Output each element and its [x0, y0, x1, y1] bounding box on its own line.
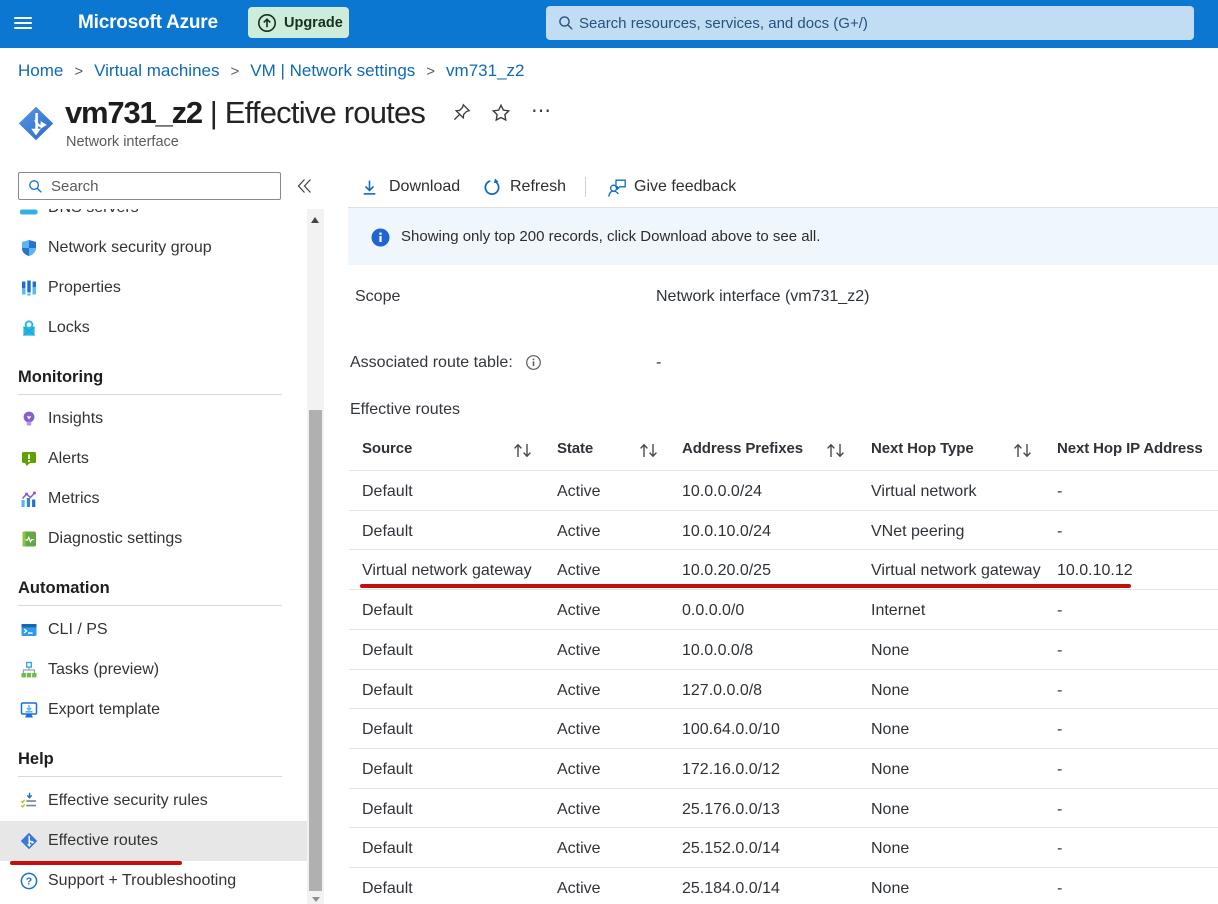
svg-text:?: ? — [26, 876, 32, 888]
